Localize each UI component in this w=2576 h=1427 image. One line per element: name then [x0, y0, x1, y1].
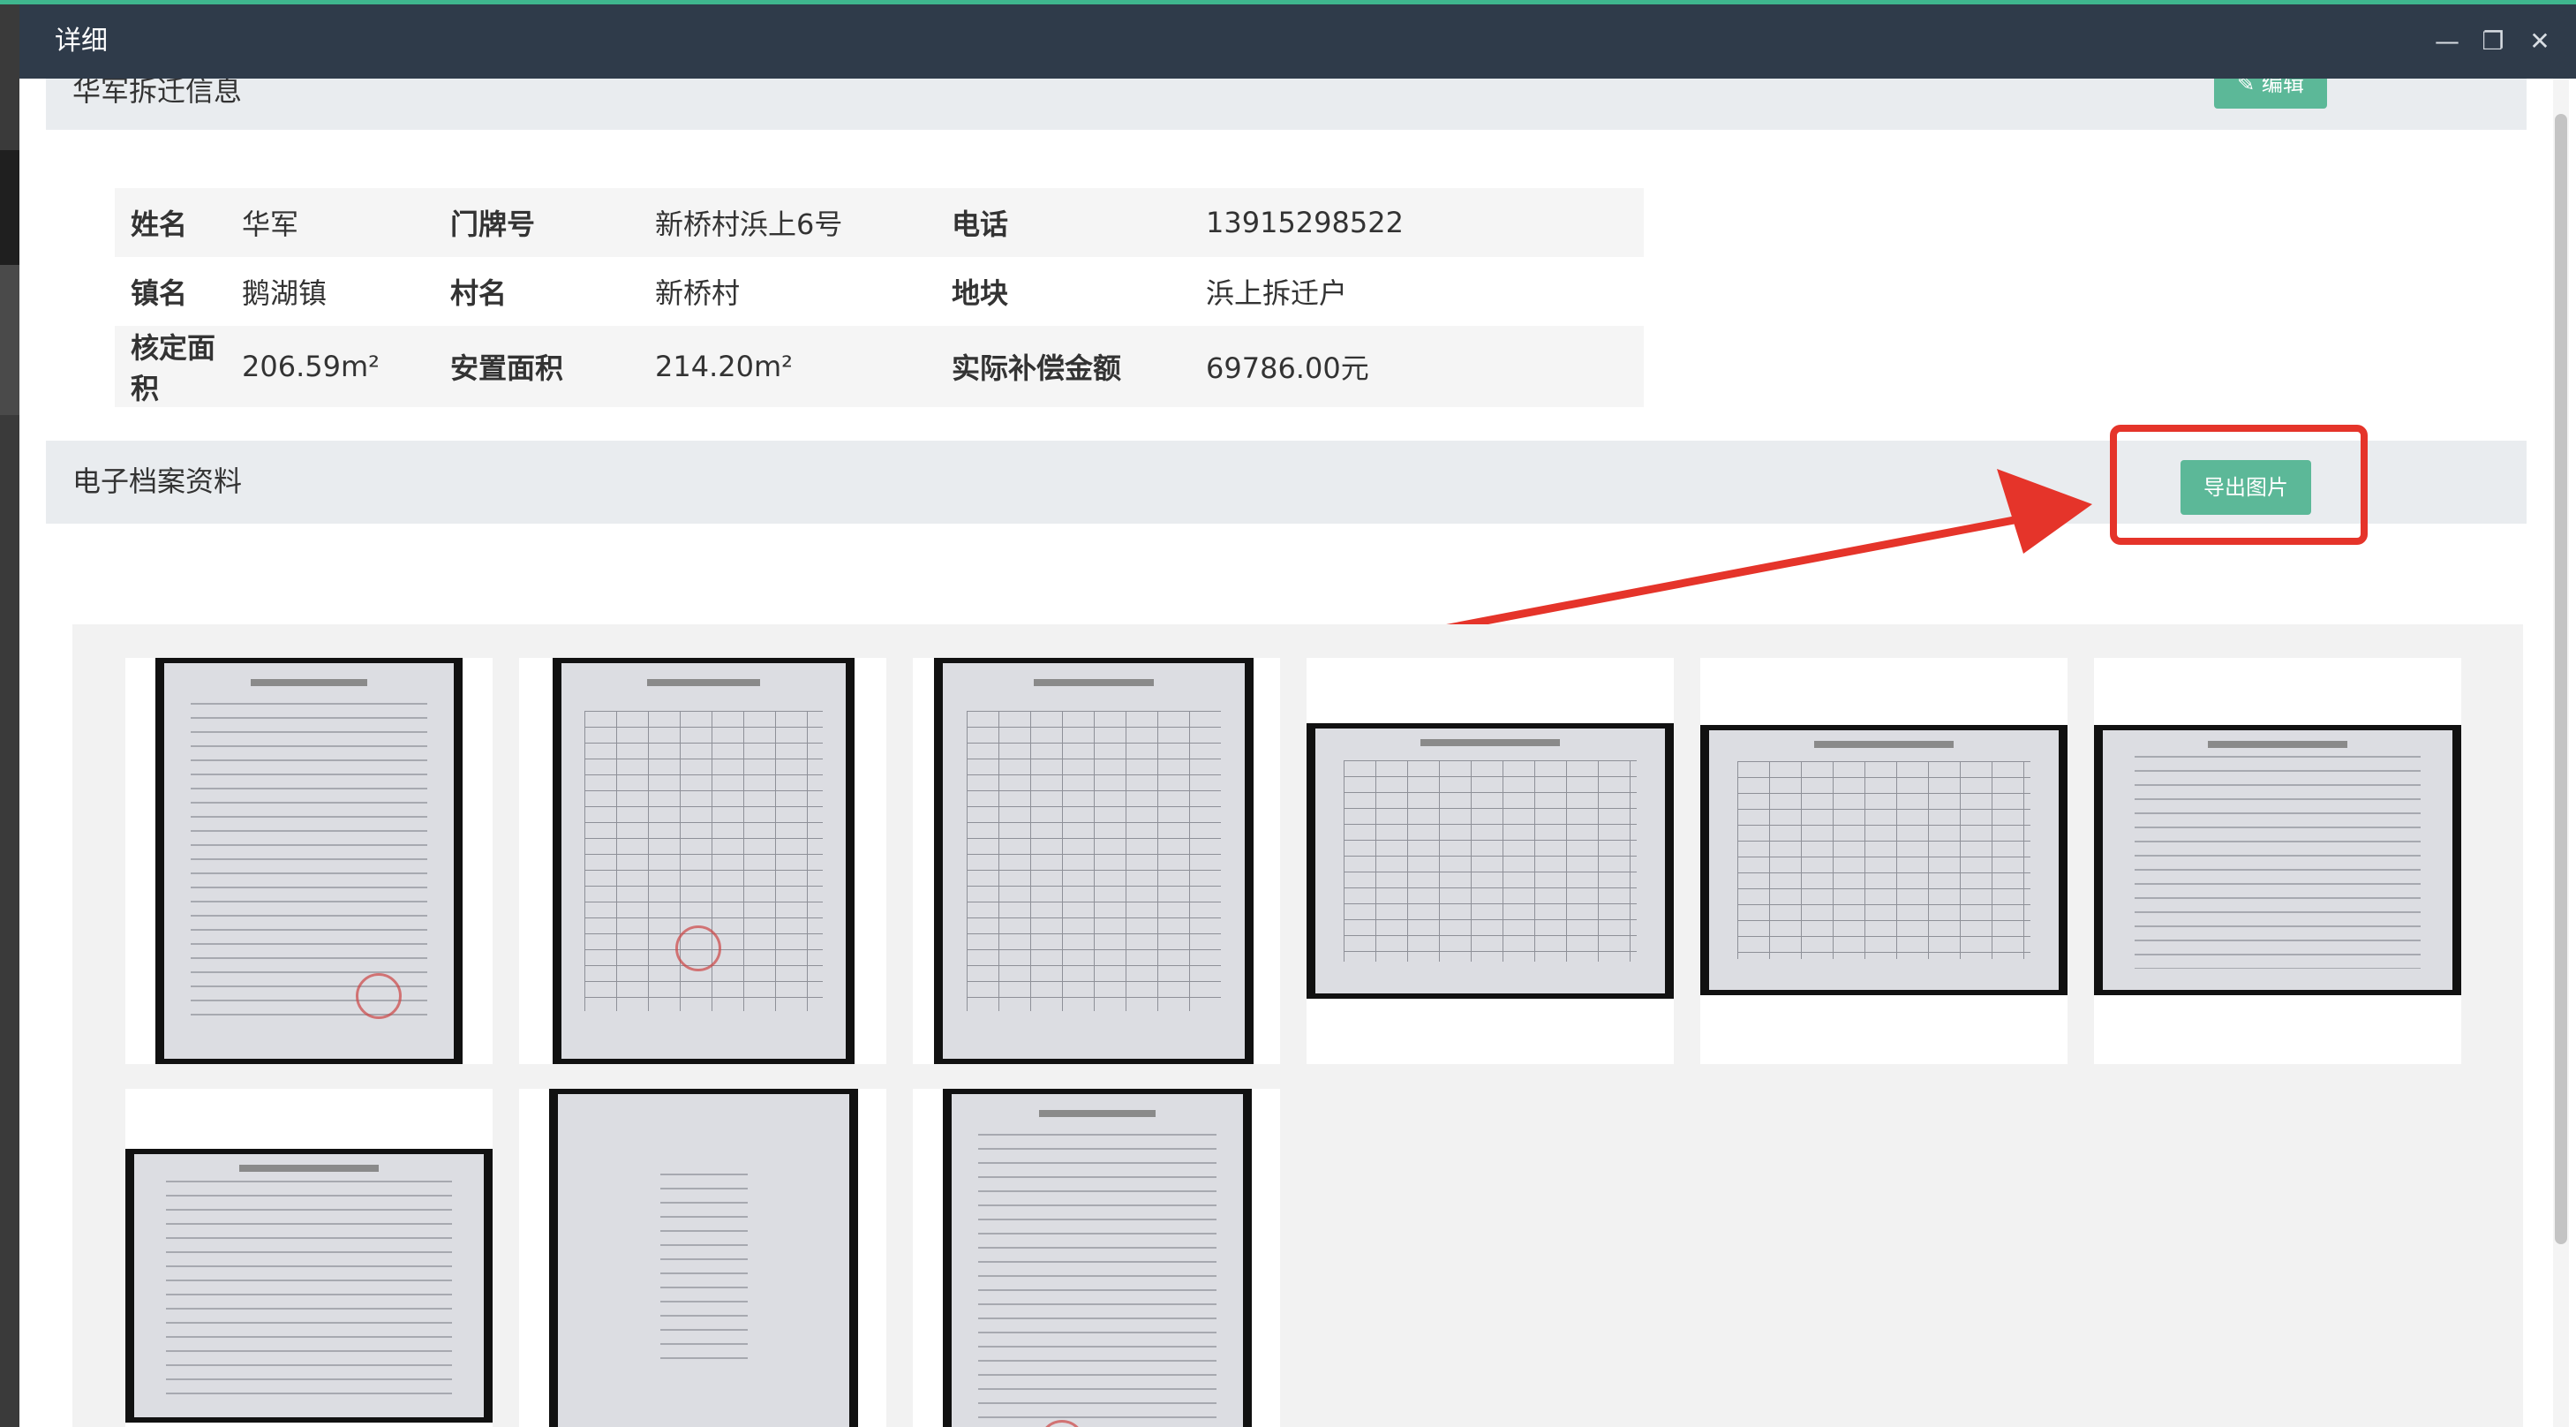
document-photo: [934, 658, 1254, 1064]
field-value: 新桥村: [639, 257, 936, 326]
info-section-header: 华军拆迁信息 ✎ 编辑: [46, 79, 2527, 130]
field-value: 69786.00元: [1190, 326, 1644, 407]
modal-title: 详细: [55, 26, 108, 57]
field-value: 新桥村浜上6号: [639, 188, 936, 257]
vertical-scrollbar[interactable]: [2553, 79, 2569, 1427]
document-photo: [553, 658, 855, 1064]
field-label: 村名: [434, 257, 639, 326]
field-value: 206.59m²: [226, 326, 434, 407]
document-photo: [1700, 725, 2068, 995]
edit-button[interactable]: ✎ 编辑: [2214, 79, 2327, 109]
table-row: 姓名 华军 门牌号 新桥村浜上6号 电话 13915298522: [115, 188, 1644, 257]
archive-section-title: 电子档案资料: [72, 464, 243, 498]
table-row: 核定面积 206.59m² 安置面积 214.20m² 实际补偿金额 69786…: [115, 326, 1644, 407]
document-photo: [943, 1089, 1252, 1427]
archive-thumbnail[interactable]: [519, 1089, 886, 1427]
annotation-highlight-box: [2110, 425, 2368, 545]
field-label: 地块: [936, 257, 1190, 326]
document-photo: [155, 658, 463, 1064]
close-icon[interactable]: ✕: [2522, 24, 2557, 59]
field-label: 门牌号: [434, 188, 639, 257]
archive-thumbnail[interactable]: [1307, 658, 1674, 1064]
archive-thumbnail[interactable]: [125, 658, 493, 1064]
archive-thumbnail[interactable]: [125, 1089, 493, 1427]
field-label: 核定面积: [115, 326, 226, 407]
document-photo: [1307, 723, 1674, 999]
modal-content: 华军拆迁信息 ✎ 编辑 姓名 华军 门牌号 新桥村浜上6号 电话 1391529…: [19, 79, 2576, 1427]
minimize-icon[interactable]: —: [2429, 24, 2465, 59]
document-photo: [2094, 725, 2461, 995]
background-strip-segment: [0, 265, 19, 415]
field-value: 华军: [226, 188, 434, 257]
archive-image-gallery: [72, 624, 2523, 1427]
field-label: 镇名: [115, 257, 226, 326]
scrollbar-thumb[interactable]: [2555, 114, 2567, 1244]
document-photo: [125, 1149, 493, 1423]
table-row: 镇名 鹅湖镇 村名 新桥村 地块 浜上拆迁户: [115, 257, 1644, 326]
field-value: 214.20m²: [639, 326, 936, 407]
archive-thumbnail[interactable]: [913, 658, 1280, 1064]
archive-thumbnail[interactable]: [519, 658, 886, 1064]
archive-thumbnail[interactable]: [1700, 658, 2068, 1064]
field-label: 电话: [936, 188, 1190, 257]
archive-thumbnail[interactable]: [913, 1089, 1280, 1427]
info-table: 姓名 华军 门牌号 新桥村浜上6号 电话 13915298522 镇名 鹅湖镇 …: [115, 188, 1644, 407]
document-photo: [549, 1089, 858, 1427]
field-label: 安置面积: [434, 326, 639, 407]
field-label: 实际补偿金额: [936, 326, 1190, 407]
modal-titlebar: 详细 — ❐ ✕: [19, 4, 2576, 79]
background-strip-segment: [0, 150, 19, 265]
field-label: 姓名: [115, 188, 226, 257]
restore-icon[interactable]: ❐: [2475, 24, 2511, 59]
background-app-strip: [0, 0, 19, 1427]
archive-thumbnail[interactable]: [2094, 658, 2461, 1064]
info-section-title: 华军拆迁信息: [72, 79, 243, 108]
field-value: 13915298522: [1190, 188, 1644, 257]
field-value: 鹅湖镇: [226, 257, 434, 326]
detail-modal: 详细 — ❐ ✕ 华军拆迁信息 ✎ 编辑 姓名 华军 门牌号 新桥村浜上6号 电…: [19, 4, 2576, 1427]
field-value: 浜上拆迁户: [1190, 257, 1644, 326]
